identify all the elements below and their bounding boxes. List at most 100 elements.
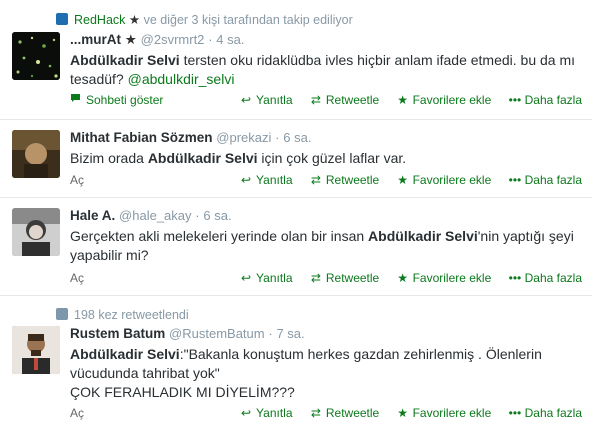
retweet-button[interactable]: ⇄ Retweetle — [310, 271, 379, 285]
tweet-actions: ↩ Yanıtla ⇄ Retweetle ★ Favorilere ekle •••… — [226, 271, 582, 285]
avatar-image — [12, 130, 60, 178]
highlight-term: Abdülkadir Selvi — [70, 346, 180, 362]
avatar[interactable] — [12, 32, 60, 80]
avatar-image — [12, 326, 60, 374]
more-label: Daha fazla — [524, 406, 582, 420]
tweet-context: RedHack ★ ve diğer 3 kişi tarafından tak… — [56, 12, 353, 27]
retweet-label: Retweetle — [325, 406, 380, 420]
expand-link[interactable]: Aç — [70, 406, 84, 420]
timestamp[interactable]: 7 sa. — [276, 326, 304, 341]
tweet[interactable]: Mithat Fabian Sözmen @prekazi · 6 sa. Bi… — [0, 120, 592, 198]
reply-button[interactable]: ↩ Yanıtla — [240, 271, 293, 285]
timestamp[interactable]: 4 sa. — [216, 32, 244, 47]
username[interactable]: @2svrmrt2 — [141, 32, 205, 47]
timestamp[interactable]: 6 sa. — [283, 130, 311, 145]
speech-bubble-icon — [70, 93, 82, 107]
expand-link[interactable]: Aç — [70, 271, 84, 285]
favorite-button[interactable]: ★ Favorilere ekle — [397, 406, 491, 420]
star-icon: ★ — [397, 173, 408, 187]
more-label: Daha fazla — [524, 271, 582, 285]
tweet-header: Hale A. @hale_akay · 6 sa. — [70, 208, 232, 223]
expand-conversation-link[interactable]: Sohbeti göster — [70, 93, 163, 107]
tweet-stream: RedHack ★ ve diğer 3 kişi tarafından tak… — [0, 0, 592, 431]
tweet[interactable]: 198 kez retweetlendi Rustem Batum @Ruste… — [0, 296, 592, 431]
more-button[interactable]: ••• Daha fazla — [509, 93, 582, 107]
more-label: Daha fazla — [524, 93, 582, 107]
retweet-button[interactable]: ⇄ Retweetle — [310, 93, 379, 107]
fullname[interactable]: ...murAt — [70, 32, 121, 47]
avatar[interactable] — [12, 326, 60, 374]
tweet-text: Gerçekten akli melekeleri yerinde olan b… — [70, 227, 580, 265]
context-text: 198 kez retweetlendi — [74, 308, 189, 322]
more-button[interactable]: ••• Daha fazla — [509, 406, 582, 420]
reply-button[interactable]: ↩ Yanıtla — [240, 93, 293, 107]
reply-button[interactable]: ↩ Yanıtla — [240, 173, 293, 187]
favorite-button[interactable]: ★ Favorilere ekle — [397, 173, 492, 187]
retweet-icon — [56, 308, 68, 320]
tweet-header: Mithat Fabian Sözmen @prekazi · 6 sa. — [70, 130, 311, 145]
star-icon: ★ — [397, 93, 408, 107]
mention-link[interactable]: @abdulkdir_selvi — [128, 71, 235, 87]
context-lead[interactable]: RedHack — [74, 13, 125, 27]
fullname[interactable]: Rustem Batum — [70, 326, 165, 341]
reply-arrow-icon: ↩ — [241, 173, 252, 187]
reply-label: Yanıtla — [256, 271, 293, 285]
fullname[interactable]: Mithat Fabian Sözmen — [70, 130, 213, 145]
ellipsis-icon: ••• — [508, 173, 522, 187]
retweet-label: Retweetle — [325, 173, 380, 187]
more-button[interactable]: ••• Daha fazla — [509, 173, 582, 187]
more-button[interactable]: ••• Daha fazla — [509, 271, 582, 285]
retweet-button[interactable]: ⇄ Retweetle — [310, 173, 379, 187]
context-text: ve diğer 3 kişi tarafından takip ediliyo… — [143, 13, 353, 27]
tweet-header: ...murAt ★ @2svrmrt2 · 4 sa. — [70, 32, 244, 48]
person-follow-icon — [56, 13, 68, 25]
tweet-text: Abdülkadir Selvi tersten oku ridaklüdba … — [70, 51, 580, 89]
star-badge-icon: ★ — [124, 32, 137, 47]
timestamp[interactable]: 6 sa. — [203, 208, 231, 223]
username[interactable]: @RustemBatum — [169, 326, 265, 341]
expand-label: Sohbeti göster — [86, 93, 164, 107]
reply-label: Yanıtla — [256, 406, 293, 420]
tweet[interactable]: RedHack ★ ve diğer 3 kişi tarafından tak… — [0, 0, 592, 120]
favorite-label: Favorilere ekle — [412, 271, 492, 285]
tweet-actions: ↩ Yanıtla ⇄ Retweetle ★ Favorilere ekle •••… — [226, 406, 582, 420]
fullname[interactable]: Hale A. — [70, 208, 115, 223]
retweet-icon: ⇄ — [310, 173, 321, 187]
favorite-button[interactable]: ★ Favorilere ekle — [397, 271, 492, 285]
star-icon: ★ — [397, 406, 408, 420]
reply-arrow-icon: ↩ — [241, 271, 252, 285]
ellipsis-icon: ••• — [508, 93, 522, 107]
highlight-term: Abdülkadir Selvi — [70, 52, 180, 68]
text-segment: Gerçekten akli melekeleri yerinde olan b… — [70, 228, 369, 244]
favorite-button[interactable]: ★ Favorilere ekle — [397, 93, 491, 107]
expand-link[interactable]: Aç — [70, 173, 84, 187]
retweet-button[interactable]: ⇄ Retweetle — [310, 406, 379, 420]
avatar-image — [12, 32, 60, 80]
text-segment: ÇOK FERAHLADIK MI DİYELİM??? — [70, 384, 295, 400]
favorite-label: Favorilere ekle — [412, 173, 492, 187]
star-glyph: ★ — [128, 13, 141, 27]
tweet-header: Rustem Batum @RustemBatum · 7 sa. — [70, 326, 305, 341]
avatar[interactable] — [12, 208, 60, 256]
highlight-term: Abdülkadir Selvi — [147, 150, 258, 166]
retweet-label: Retweetle — [325, 271, 380, 285]
tweet[interactable]: Hale A. @hale_akay · 6 sa. Gerçekten akl… — [0, 198, 592, 296]
highlight-term: Abdülkadir Selvi — [368, 228, 478, 244]
username[interactable]: @prekazi — [216, 130, 271, 145]
tweet-context: 198 kez retweetlendi — [56, 308, 189, 322]
reply-label: Yanıtla — [256, 173, 293, 187]
reply-label: Yanıtla — [256, 93, 293, 107]
separator-dot: · — [195, 208, 200, 223]
avatar[interactable] — [12, 130, 60, 178]
tweet-actions: ↩ Yanıtla ⇄ Retweetle ★ Favorilere ekle •••… — [226, 93, 582, 107]
reply-arrow-icon: ↩ — [241, 93, 252, 107]
ellipsis-icon: ••• — [508, 271, 522, 285]
tweet-text: Bizim orada Abdülkadir Selvi için çok gü… — [70, 149, 580, 168]
reply-button[interactable]: ↩ Yanıtla — [240, 406, 293, 420]
retweet-icon: ⇄ — [310, 271, 321, 285]
username[interactable]: @hale_akay — [119, 208, 191, 223]
star-icon: ★ — [397, 271, 408, 285]
separator-dot: · — [208, 32, 213, 47]
text-segment: Bizim orada — [70, 150, 148, 166]
retweet-icon: ⇄ — [310, 406, 321, 420]
